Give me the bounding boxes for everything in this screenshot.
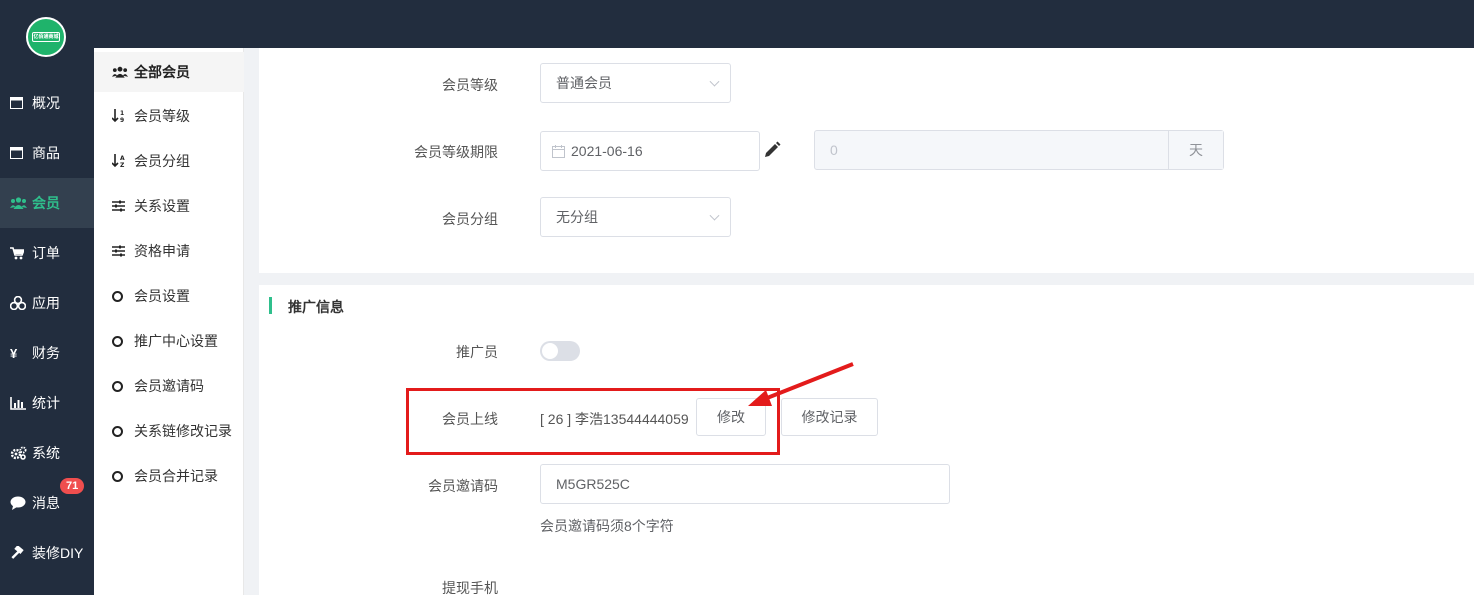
svg-text:Z: Z <box>120 162 125 168</box>
nav-item-overview[interactable]: 概况 <box>0 78 94 128</box>
annotation-highlight-box <box>406 388 780 455</box>
yen-icon: ¥ <box>10 345 18 361</box>
subnav-item-member-settings[interactable]: 会员设置 <box>94 276 244 316</box>
subnav-item-relation-log[interactable]: 关系链修改记录 <box>94 411 244 451</box>
nav-label: 订单 <box>32 245 60 261</box>
member-subnav: 全部会员 19 会员等级 AZ 会员分组 关系设置 资格申请 会员设置 推广中心… <box>94 48 244 595</box>
top-bar <box>0 0 1474 48</box>
subnav-label: 会员分组 <box>134 153 190 169</box>
invite-code-input[interactable]: M5GR525C <box>540 464 950 504</box>
member-level-value: 普通会员 <box>556 75 612 91</box>
main-sidebar: 概况 商品 会员 订单 应用 ¥ 财务 统计 系统 消息 71 装修DIY <box>0 48 94 595</box>
nav-item-orders[interactable]: 订单 <box>0 228 94 278</box>
level-expiry-date: 2021-06-16 <box>571 143 643 159</box>
subnav-label: 会员邀请码 <box>134 378 204 394</box>
cart-icon <box>10 246 28 260</box>
invite-code-value: M5GR525C <box>556 476 630 492</box>
cubes-icon <box>10 296 28 310</box>
annotation-arrow <box>748 362 854 406</box>
nav-label: 消息 <box>32 495 60 511</box>
nav-item-stats[interactable]: 统计 <box>0 378 94 428</box>
calendar-icon <box>552 144 565 158</box>
level-expiry-date-picker[interactable]: 2021-06-16 <box>540 131 760 171</box>
nav-label: 统计 <box>32 395 60 411</box>
subnav-label: 会员合并记录 <box>134 468 218 484</box>
svg-text:1: 1 <box>120 110 124 117</box>
expiry-days-unit: 天 <box>1168 131 1223 169</box>
subnav-item-qualification[interactable]: 资格申请 <box>94 231 244 271</box>
subnav-item-merge-log[interactable]: 会员合并记录 <box>94 456 244 496</box>
sliders-icon <box>112 200 128 212</box>
withdraw-phone-label: 提现手机 <box>442 580 498 595</box>
nav-item-diy[interactable]: 装修DIY <box>0 528 94 578</box>
box-icon <box>10 147 28 159</box>
svg-text:A: A <box>120 155 125 162</box>
nav-item-system[interactable]: 系统 <box>0 428 94 478</box>
subnav-item-promo-center[interactable]: 推广中心设置 <box>94 321 244 361</box>
level-expiry-label: 会员等级期限 <box>414 144 498 160</box>
chevron-down-icon <box>709 76 720 87</box>
chevron-down-icon <box>709 210 720 221</box>
hammer-icon <box>10 545 28 561</box>
circle-icon <box>112 380 128 392</box>
gears-icon <box>10 446 28 460</box>
expiry-days-input: 0 天 <box>814 130 1224 170</box>
nav-label: 应用 <box>32 295 60 311</box>
logo[interactable]: 亿佰通商城 <box>26 17 66 57</box>
invite-code-label: 会员邀请码 <box>428 478 498 494</box>
member-group-label: 会员分组 <box>442 211 498 227</box>
promoter-toggle[interactable] <box>540 341 580 361</box>
chat-icon <box>10 496 28 510</box>
subnav-item-relation-settings[interactable]: 关系设置 <box>94 186 244 226</box>
subnav-label: 关系设置 <box>134 198 190 214</box>
subnav-item-invite-code[interactable]: 会员邀请码 <box>94 366 244 406</box>
users-icon <box>10 197 28 209</box>
window-icon <box>10 97 28 109</box>
subnav-item-all-members[interactable]: 全部会员 <box>94 52 244 92</box>
svg-text:9: 9 <box>120 117 124 123</box>
circle-icon <box>112 470 128 482</box>
section-accent-bar <box>269 297 272 314</box>
users-icon <box>112 66 128 78</box>
toggle-knob <box>542 343 558 359</box>
sort-numeric-icon: 19 <box>112 109 128 123</box>
nav-label: 会员 <box>32 195 60 211</box>
nav-item-products[interactable]: 商品 <box>0 128 94 178</box>
subnav-label: 全部会员 <box>134 64 190 80</box>
promoter-label: 推广员 <box>456 344 498 360</box>
nav-item-apps[interactable]: 应用 <box>0 278 94 328</box>
sort-alpha-icon: AZ <box>112 154 128 168</box>
subnav-label: 会员等级 <box>134 108 190 124</box>
nav-item-finance[interactable]: ¥ 财务 <box>0 328 94 378</box>
nav-item-members[interactable]: 会员 <box>0 178 94 228</box>
bar-chart-icon <box>10 396 28 410</box>
subnav-item-member-level[interactable]: 19 会员等级 <box>94 96 244 136</box>
edit-pencil-icon[interactable] <box>763 141 781 162</box>
message-count-badge: 71 <box>60 478 85 494</box>
invite-code-hint: 会员邀请码须8个字符 <box>540 518 674 534</box>
circle-icon <box>112 290 128 302</box>
circle-icon <box>112 335 128 347</box>
subnav-item-member-group[interactable]: AZ 会员分组 <box>94 141 244 181</box>
subnav-label: 关系链修改记录 <box>134 423 232 439</box>
subnav-label: 会员设置 <box>134 288 190 304</box>
expiry-days-value: 0 <box>830 142 838 158</box>
subnav-label: 资格申请 <box>134 243 190 259</box>
sliders-icon <box>112 245 128 257</box>
nav-label: 概况 <box>32 95 60 111</box>
nav-label: 财务 <box>32 345 60 361</box>
nav-label: 系统 <box>32 445 60 461</box>
member-group-select[interactable]: 无分组 <box>540 197 731 237</box>
member-level-select[interactable]: 普通会员 <box>540 63 731 103</box>
member-group-value: 无分组 <box>556 209 598 225</box>
logo-text: 亿佰通商城 <box>32 32 60 42</box>
promotion-section-title: 推广信息 <box>288 299 344 315</box>
nav-label: 商品 <box>32 145 60 161</box>
member-level-label: 会员等级 <box>442 77 498 93</box>
subnav-label: 推广中心设置 <box>134 333 218 349</box>
circle-icon <box>112 425 128 437</box>
nav-label: 装修DIY <box>32 545 84 561</box>
